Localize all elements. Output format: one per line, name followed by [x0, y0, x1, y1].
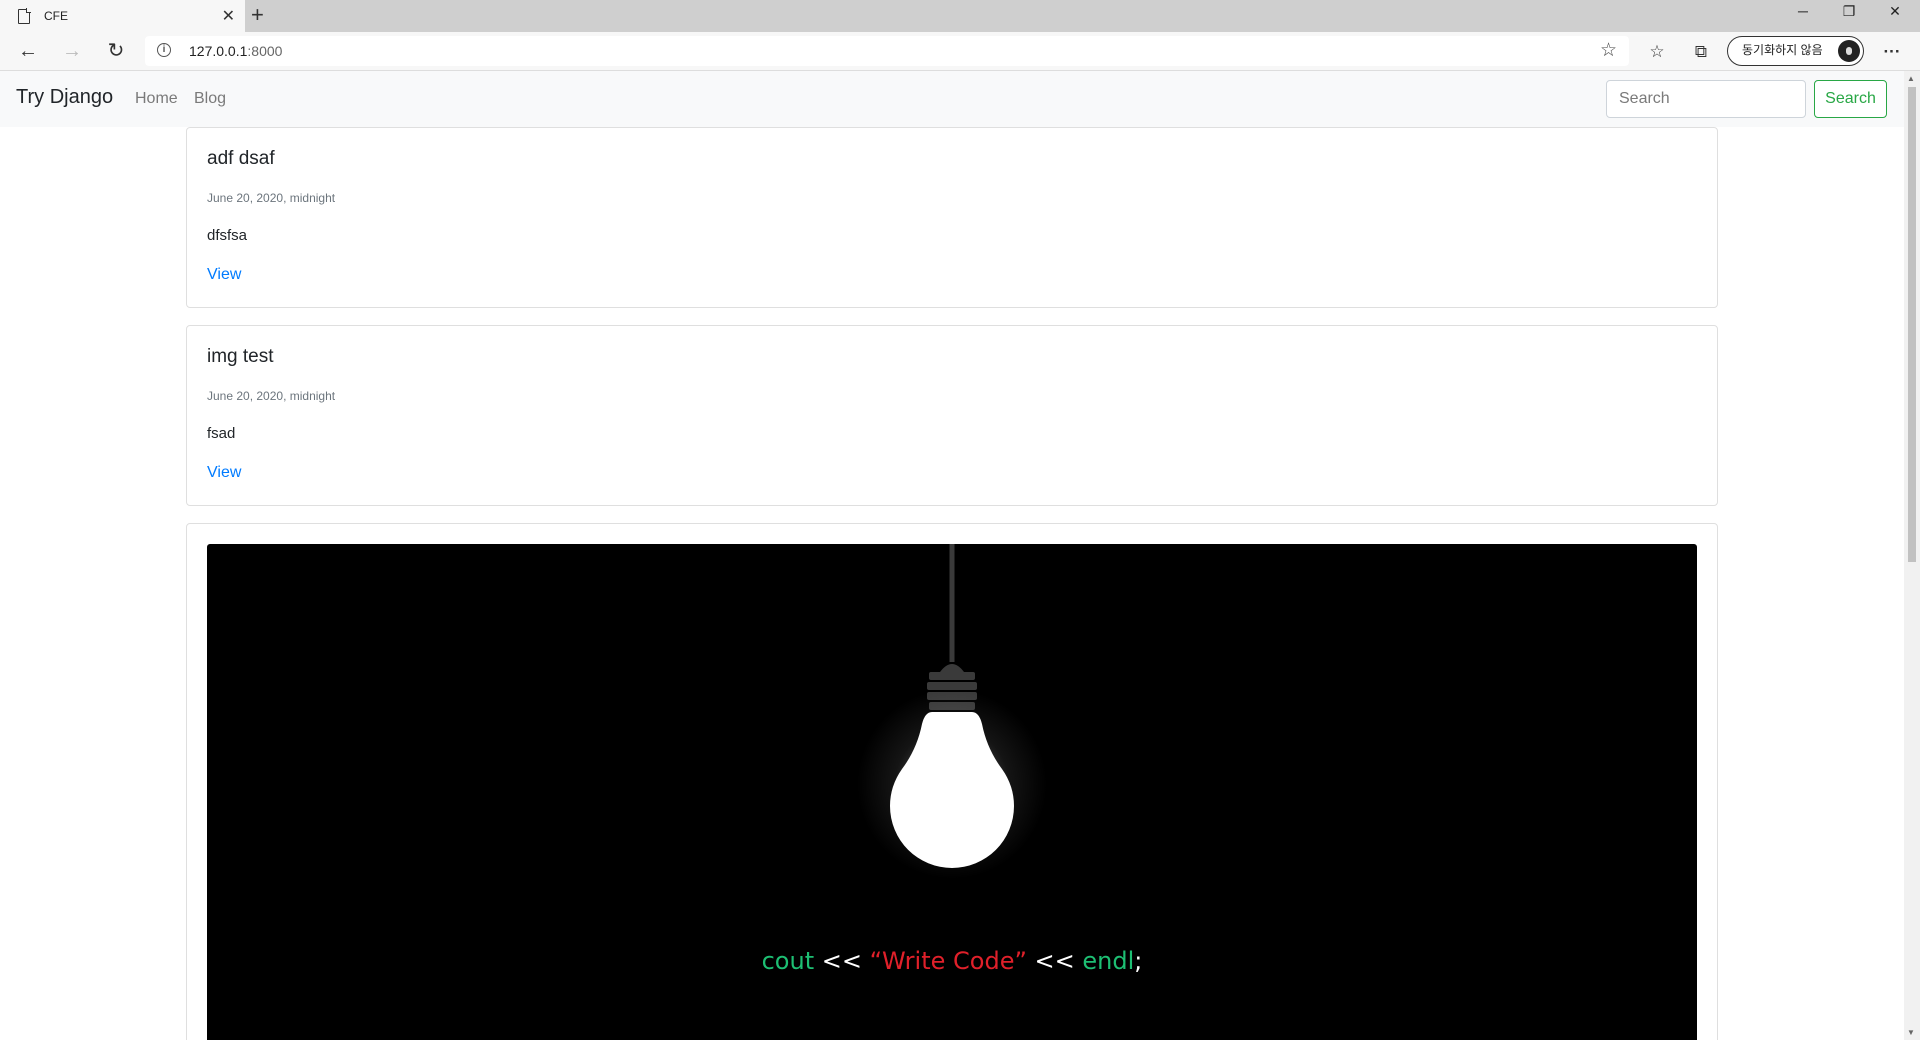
site-navbar: Try Django Home Blog Search [0, 71, 1904, 127]
post-title: adf dsaf [207, 148, 275, 169]
post-image: cout << “Write Code” << endl; [207, 544, 1697, 1040]
close-window-icon[interactable]: ✕ [1872, 0, 1918, 24]
url-text[interactable]: 127.0.0.1:8000 [189, 43, 282, 59]
browser-tab-strip: CFE ✕ + ─ ❐ ✕ [0, 0, 1920, 32]
code-token: “Write Code” [869, 947, 1027, 975]
browser-toolbar: ← → ↻ i 127.0.0.1:8000 ☆ ☆ ⧉ 동기화하지 않음 ··… [0, 32, 1920, 71]
address-bar[interactable]: i 127.0.0.1:8000 ☆ [145, 36, 1629, 66]
page-icon [18, 8, 31, 24]
scroll-down-icon[interactable]: ▼ [1907, 1028, 1915, 1037]
site-brand[interactable]: Try Django [16, 86, 113, 109]
page-scrollbar[interactable]: ▲ ▼ [1904, 71, 1920, 1040]
code-token: << [1026, 947, 1083, 975]
browser-tab[interactable]: CFE ✕ [0, 0, 245, 32]
post-date: June 20, 2020, midnight [207, 389, 336, 403]
code-token: ; [1134, 947, 1143, 975]
nav-link-home[interactable]: Home [135, 90, 178, 108]
back-icon[interactable]: ← [14, 38, 42, 66]
view-link[interactable]: View [207, 464, 241, 482]
code-token: << [814, 947, 870, 975]
search-input[interactable] [1606, 80, 1806, 118]
avatar [1838, 40, 1860, 62]
sync-label: 동기화하지 않음 [1742, 43, 1823, 57]
restore-icon[interactable]: ❐ [1826, 0, 1872, 24]
more-menu-icon[interactable]: ··· [1878, 38, 1906, 66]
image-post-card: cout << “Write Code” << endl; [186, 523, 1718, 1040]
forward-icon[interactable]: → [58, 38, 86, 66]
profile-sync-button[interactable]: 동기화하지 않음 [1727, 36, 1864, 66]
minimize-icon[interactable]: ─ [1780, 0, 1826, 24]
search-button[interactable]: Search [1814, 80, 1887, 118]
post-card: img test June 20, 2020, midnight fsad Vi… [186, 325, 1718, 506]
reload-icon[interactable]: ↻ [102, 38, 130, 66]
code-caption: cout << “Write Code” << endl; [207, 947, 1697, 975]
view-link[interactable]: View [207, 266, 241, 284]
nav-link-blog[interactable]: Blog [194, 90, 226, 108]
page-viewport: Try Django Home Blog Search adf dsaf Jun… [0, 71, 1904, 1040]
site-info-icon[interactable]: i [157, 43, 171, 57]
favorite-star-icon[interactable]: ☆ [1600, 39, 1617, 62]
collections-icon[interactable]: ⧉ [1687, 38, 1715, 66]
post-title: img test [207, 346, 274, 367]
tab-title: CFE [44, 9, 68, 23]
post-body: dfsfsa [207, 227, 248, 244]
code-token: cout [761, 947, 815, 975]
close-tab-icon[interactable]: ✕ [222, 6, 235, 26]
scroll-up-icon[interactable]: ▲ [1907, 74, 1915, 83]
code-token: endl [1082, 947, 1135, 975]
post-card: adf dsaf June 20, 2020, midnight dfsfsa … [186, 127, 1718, 308]
post-date: June 20, 2020, midnight [207, 191, 336, 205]
new-tab-icon[interactable]: + [251, 3, 264, 27]
favorites-icon[interactable]: ☆ [1643, 38, 1671, 66]
scrollbar-thumb[interactable] [1908, 87, 1916, 562]
post-body: fsad [207, 425, 236, 442]
